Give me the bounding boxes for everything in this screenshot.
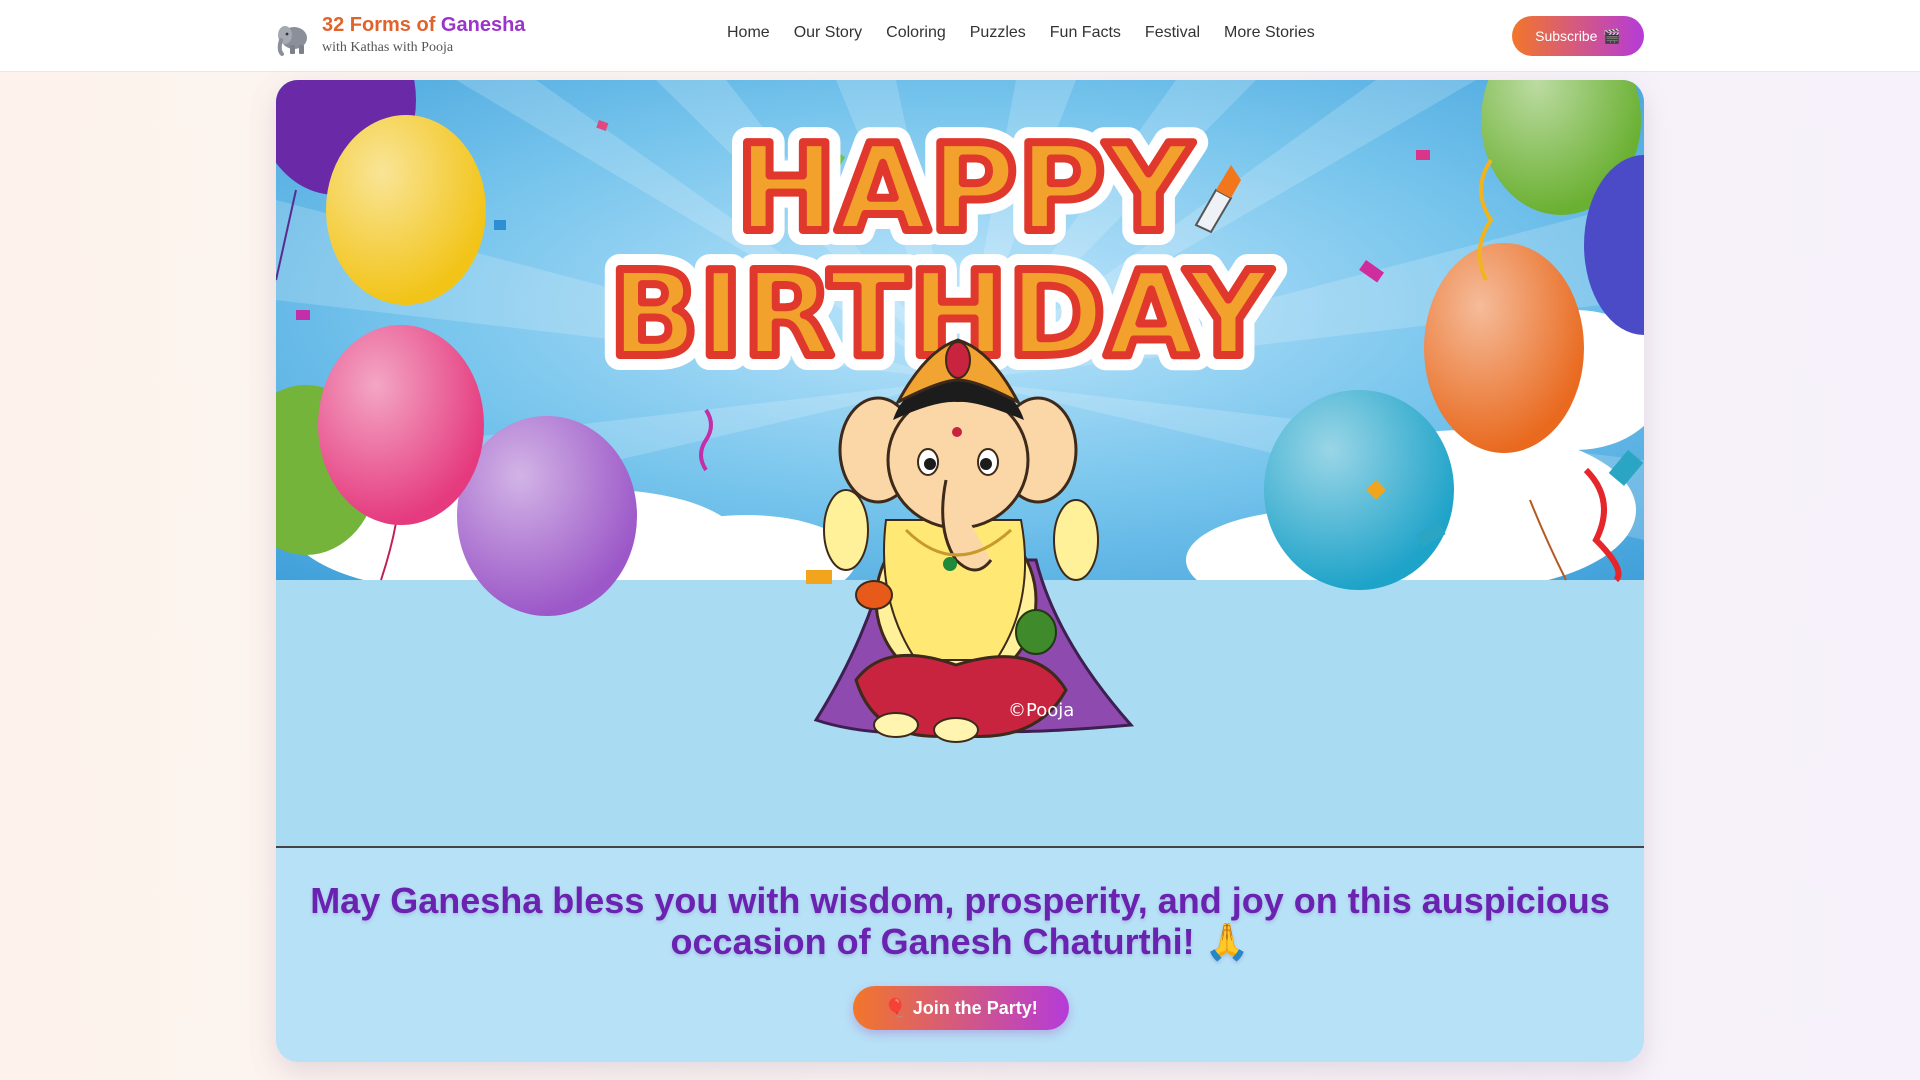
nav-puzzles[interactable]: Puzzles xyxy=(970,24,1026,42)
nav-coloring[interactable]: Coloring xyxy=(886,24,946,42)
join-party-label: Join the Party! xyxy=(912,997,1038,1018)
join-party-button[interactable]: 🎈 Join the Party! xyxy=(853,986,1069,1030)
birthday-illustration: HAPPY HAPPY BIRTHDAY BIRTHDAY ©Pooja xyxy=(276,80,1644,846)
nav-more-stories[interactable]: More Stories xyxy=(1224,24,1315,42)
birthday-card: HAPPY HAPPY BIRTHDAY BIRTHDAY ©Pooja May… xyxy=(276,80,1644,1062)
clapperboard-icon: 🎬 xyxy=(1603,27,1621,44)
subscribe-button[interactable]: Subscribe 🎬 xyxy=(1512,16,1644,56)
blessing-message: May Ganesha bless you with wisdom, prosp… xyxy=(310,880,1610,962)
nav-our-story[interactable]: Our Story xyxy=(794,24,862,42)
headline-happy: HAPPY xyxy=(736,120,1194,259)
brand-title: 32 Forms of Ganesha xyxy=(322,14,526,36)
brand-subtitle: with Kathas with Pooja xyxy=(322,40,454,55)
watermark-text: ©Pooja xyxy=(1008,700,1074,721)
elephant-icon xyxy=(277,26,307,56)
birthday-banner: HAPPY HAPPY BIRTHDAY BIRTHDAY ©Pooja xyxy=(276,80,1644,846)
main-nav: Home Our Story Coloring Puzzles Fun Fact… xyxy=(727,24,1339,42)
banner-divider xyxy=(276,846,1644,848)
site-header: 32 Forms of Ganesha with Kathas with Poo… xyxy=(0,0,1920,72)
brand[interactable]: 32 Forms of Ganesha with Kathas with Poo… xyxy=(276,14,525,58)
nav-home[interactable]: Home xyxy=(727,24,770,42)
nav-festival[interactable]: Festival xyxy=(1145,24,1200,42)
nav-fun-facts[interactable]: Fun Facts xyxy=(1050,24,1121,42)
subscribe-label: Subscribe xyxy=(1535,28,1598,44)
balloon-icon: 🎈 xyxy=(884,997,907,1018)
